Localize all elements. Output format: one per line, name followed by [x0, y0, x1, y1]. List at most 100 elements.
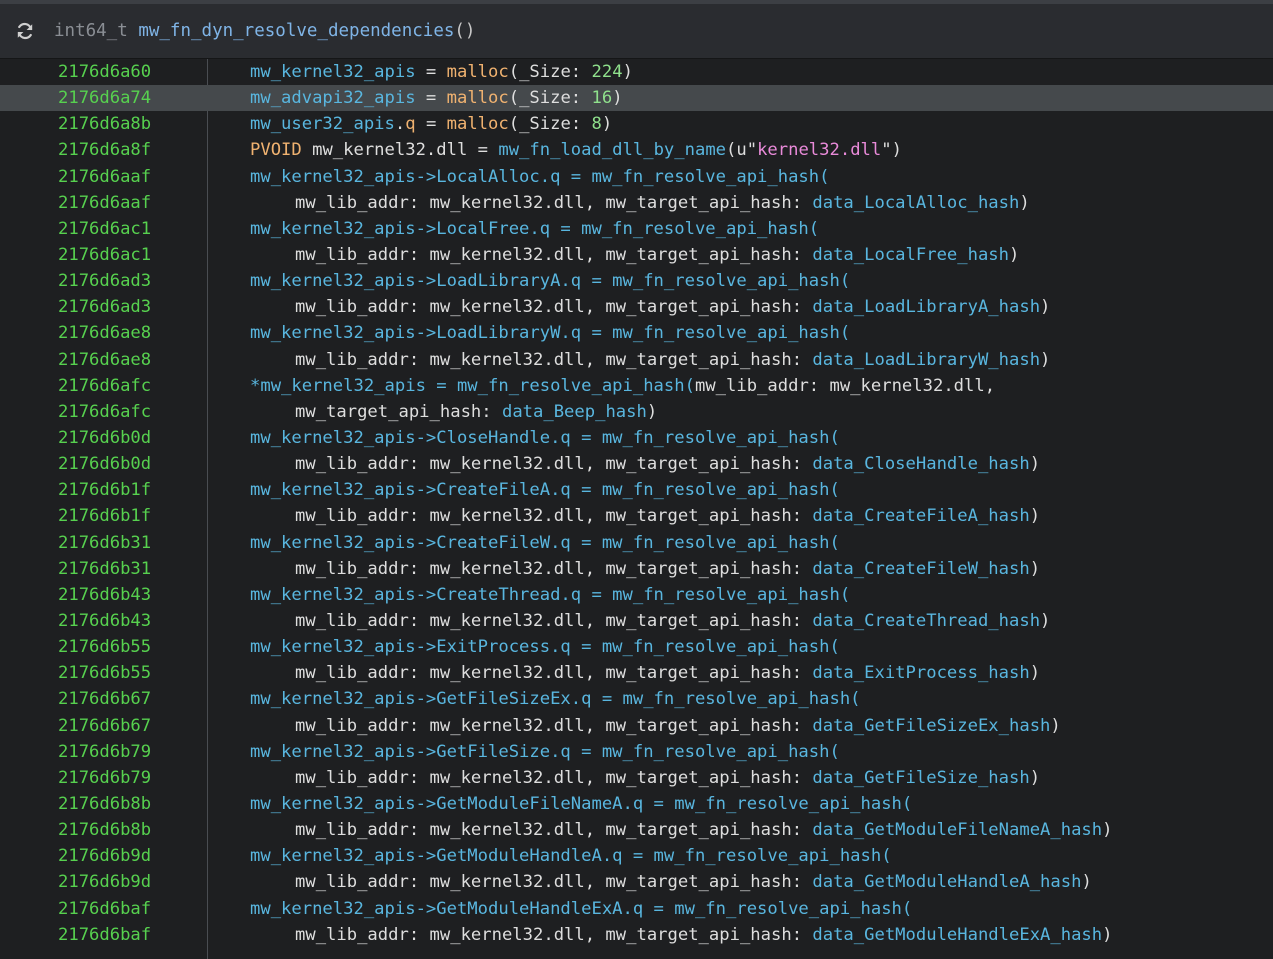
function-token[interactable]: malloc: [447, 114, 509, 134]
assignment-token[interactable]: mw_kernel32_apis->GetFileSize.q = mw_fn_…: [250, 742, 840, 762]
code-line[interactable]: 2176d6b1f mw_kernel32_apis->CreateFileA.q…: [0, 477, 1273, 503]
code-line-selected[interactable]: 2176d6a74 mw_advapi32_apis = malloc(_Siz…: [0, 85, 1273, 112]
hash-token[interactable]: data_LocalAlloc_hash: [812, 193, 1019, 213]
line-address[interactable]: 2176d6b79: [58, 739, 151, 765]
line-address[interactable]: 2176d6b43: [58, 582, 151, 608]
line-address[interactable]: 2176d6ad3: [58, 268, 151, 294]
line-address[interactable]: 2176d6a8f: [58, 137, 151, 163]
code-line[interactable]: 2176d6b0d mw_lib_addr: mw_kernel32.dll, m…: [0, 451, 1273, 477]
code-line[interactable]: 2176d6b8b mw_kernel32_apis->GetModuleFile…: [0, 791, 1273, 817]
code-line[interactable]: 2176d6aaf mw_kernel32_apis->LocalAlloc.q …: [0, 164, 1273, 190]
hash-token[interactable]: data_CreateThread_hash: [812, 611, 1040, 631]
line-address[interactable]: 2176d6baf: [58, 922, 151, 948]
line-address[interactable]: 2176d6b0d: [58, 451, 151, 477]
function-name[interactable]: mw_fn_dyn_resolve_dependencies: [138, 21, 454, 41]
line-address[interactable]: 2176d6b43: [58, 608, 151, 634]
assignment-token[interactable]: mw_kernel32_apis->CreateFileA.q = mw_fn_…: [250, 480, 840, 500]
code-line[interactable]: 2176d6b55 mw_lib_addr: mw_kernel32.dll, m…: [0, 660, 1273, 686]
code-line[interactable]: 2176d6b79 mw_kernel32_apis->GetFileSize.q…: [0, 739, 1273, 765]
code-line[interactable]: 2176d6b1f mw_lib_addr: mw_kernel32.dll, m…: [0, 503, 1273, 529]
hash-token[interactable]: data_GetFileSize_hash: [812, 768, 1029, 788]
hash-token[interactable]: data_GetFileSizeEx_hash: [812, 716, 1050, 736]
code-line[interactable]: 2176d6b31 mw_kernel32_apis->CreateFileW.q…: [0, 530, 1273, 556]
code-line[interactable]: 2176d6ac1 mw_lib_addr: mw_kernel32.dll, m…: [0, 242, 1273, 268]
code-line[interactable]: 2176d6ad3 mw_kernel32_apis->LoadLibraryA.…: [0, 268, 1273, 294]
line-address[interactable]: 2176d6aaf: [58, 190, 151, 216]
variable-token[interactable]: mw_user32_apis: [250, 114, 395, 134]
hash-token[interactable]: data_GetModuleHandleExA_hash: [812, 925, 1102, 945]
code-line[interactable]: 2176d6a8b mw_user32_apis.q = malloc(_Siz…: [0, 111, 1273, 137]
line-address[interactable]: 2176d6baf: [58, 896, 151, 922]
line-address[interactable]: 2176d6b31: [58, 556, 151, 582]
hash-token[interactable]: data_GetModuleHandleA_hash: [812, 872, 1081, 892]
line-address[interactable]: 2176d6b9d: [58, 843, 151, 869]
line-address[interactable]: 2176d6afc: [58, 399, 151, 425]
line-address[interactable]: 2176d6aaf: [58, 164, 151, 190]
line-address[interactable]: 2176d6a60: [58, 59, 151, 85]
assignment-token[interactable]: mw_kernel32_apis->LoadLibraryW.q = mw_fn…: [250, 323, 850, 343]
code-line[interactable]: 2176d6afc mw_target_api_hash: data_Beep_h…: [0, 399, 1273, 425]
variable-token[interactable]: mw_kernel32_apis: [250, 62, 416, 82]
hash-token[interactable]: data_LoadLibraryA_hash: [812, 297, 1040, 317]
code-line[interactable]: 2176d6ae8 mw_kernel32_apis->LoadLibraryW.…: [0, 320, 1273, 346]
hash-token[interactable]: data_LocalFree_hash: [812, 245, 1009, 265]
code-line[interactable]: 2176d6ae8 mw_lib_addr: mw_kernel32.dll, m…: [0, 347, 1273, 373]
hash-token[interactable]: data_CreateFileW_hash: [812, 559, 1029, 579]
line-address[interactable]: 2176d6b1f: [58, 477, 151, 503]
assignment-token[interactable]: mw_kernel32_apis->CreateFileW.q = mw_fn_…: [250, 533, 840, 553]
assignment-token[interactable]: mw_kernel32_apis->ExitProcess.q = mw_fn_…: [250, 637, 840, 657]
line-address[interactable]: 2176d6ae8: [58, 320, 151, 346]
hash-token[interactable]: data_CreateFileA_hash: [812, 506, 1029, 526]
function-token[interactable]: malloc: [447, 62, 509, 82]
assignment-token[interactable]: mw_kernel32_apis->CloseHandle.q = mw_fn_…: [250, 428, 840, 448]
line-address[interactable]: 2176d6b67: [58, 686, 151, 712]
code-line[interactable]: 2176d6ad3 mw_lib_addr: mw_kernel32.dll, m…: [0, 294, 1273, 320]
code-line[interactable]: 2176d6b8b mw_lib_addr: mw_kernel32.dll, m…: [0, 817, 1273, 843]
code-line[interactable]: 2176d6a60 mw_kernel32_apis = malloc(_Siz…: [0, 59, 1273, 85]
assignment-token[interactable]: *mw_kernel32_apis = mw_fn_resolve_api_ha…: [250, 376, 695, 396]
line-address[interactable]: 2176d6b9d: [58, 869, 151, 895]
code-line[interactable]: 2176d6b9d mw_kernel32_apis->GetModuleHand…: [0, 843, 1273, 869]
line-address[interactable]: 2176d6b67: [58, 713, 151, 739]
line-address[interactable]: 2176d6afc: [58, 373, 151, 399]
code-line[interactable]: 2176d6b0d mw_kernel32_apis->CloseHandle.q…: [0, 425, 1273, 451]
hash-token[interactable]: data_LoadLibraryW_hash: [812, 350, 1040, 370]
line-address[interactable]: 2176d6ac1: [58, 216, 151, 242]
assignment-token[interactable]: mw_kernel32_apis->LoadLibraryA.q = mw_fn…: [250, 271, 850, 291]
line-address[interactable]: 2176d6b31: [58, 530, 151, 556]
refresh-icon[interactable]: [14, 20, 36, 42]
line-address[interactable]: 2176d6ad3: [58, 294, 151, 320]
hash-token[interactable]: data_CloseHandle_hash: [812, 454, 1029, 474]
code-line[interactable]: 2176d6baf mw_kernel32_apis->GetModuleHand…: [0, 896, 1273, 922]
line-address[interactable]: 2176d6b55: [58, 634, 151, 660]
line-address[interactable]: 2176d6b8b: [58, 791, 151, 817]
line-address[interactable]: 2176d6a8b: [58, 111, 151, 137]
code-line[interactable]: 2176d6b67 mw_kernel32_apis->GetFileSizeEx…: [0, 686, 1273, 712]
code-line[interactable]: 2176d6ac1 mw_kernel32_apis->LocalFree.q =…: [0, 216, 1273, 242]
assignment-token[interactable]: mw_kernel32_apis->LocalAlloc.q = mw_fn_r…: [250, 167, 829, 187]
code-line[interactable]: 2176d6b55 mw_kernel32_apis->ExitProcess.q…: [0, 634, 1273, 660]
assignment-token[interactable]: mw_kernel32_apis->GetModuleHandleA.q = m…: [250, 846, 892, 866]
assignment-token[interactable]: mw_kernel32_apis->GetFileSizeEx.q = mw_f…: [250, 689, 861, 709]
code-line[interactable]: 2176d6b9d mw_lib_addr: mw_kernel32.dll, m…: [0, 869, 1273, 895]
function-token[interactable]: malloc: [447, 88, 509, 108]
code-line[interactable]: 2176d6afc *mw_kernel32_apis = mw_fn_resol…: [0, 373, 1273, 399]
code-line[interactable]: 2176d6b43 mw_lib_addr: mw_kernel32.dll, m…: [0, 608, 1273, 634]
line-address[interactable]: 2176d6b79: [58, 765, 151, 791]
code-line[interactable]: 2176d6b79 mw_lib_addr: mw_kernel32.dll, m…: [0, 765, 1273, 791]
function-token[interactable]: mw_fn_load_dll_by_name: [498, 140, 726, 160]
hash-token[interactable]: data_ExitProcess_hash: [812, 663, 1029, 683]
code-line[interactable]: 2176d6b67 mw_lib_addr: mw_kernel32.dll, m…: [0, 713, 1273, 739]
line-address[interactable]: 2176d6a74: [58, 85, 151, 111]
variable-token[interactable]: mw_advapi32_apis: [250, 88, 416, 108]
line-address[interactable]: 2176d6b1f: [58, 503, 151, 529]
assignment-token[interactable]: mw_kernel32_apis->CreateThread.q = mw_fn…: [250, 585, 850, 605]
code-line[interactable]: 2176d6baf mw_lib_addr: mw_kernel32.dll, m…: [0, 922, 1273, 948]
assignment-token[interactable]: mw_kernel32_apis->GetModuleFileNameA.q =…: [250, 794, 912, 814]
code-line[interactable]: 2176d6aaf mw_lib_addr: mw_kernel32.dll, m…: [0, 190, 1273, 216]
line-address[interactable]: 2176d6ac1: [58, 242, 151, 268]
line-address[interactable]: 2176d6b0d: [58, 425, 151, 451]
assignment-token[interactable]: mw_kernel32_apis->GetModuleHandleExA.q =…: [250, 899, 912, 919]
code-line[interactable]: 2176d6b43 mw_kernel32_apis->CreateThread.…: [0, 582, 1273, 608]
line-address[interactable]: 2176d6b8b: [58, 817, 151, 843]
